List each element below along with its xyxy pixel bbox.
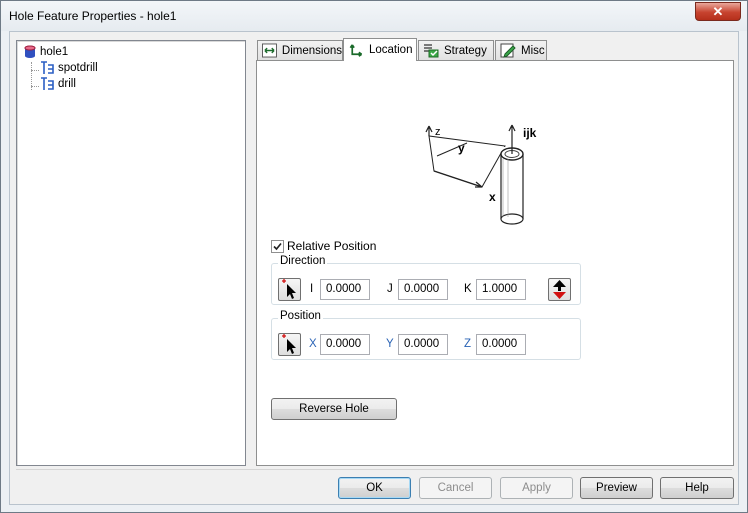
preview-button[interactable]: Preview bbox=[580, 477, 653, 499]
k-label: K bbox=[464, 283, 472, 295]
window-title: Hole Feature Properties - hole1 bbox=[9, 9, 177, 23]
tool-icon bbox=[41, 77, 54, 90]
y-label: Y bbox=[386, 338, 394, 350]
cylinder-icon bbox=[24, 45, 36, 58]
tab-label: Dimensions bbox=[281, 44, 342, 57]
x-label: X bbox=[309, 338, 317, 350]
location-icon bbox=[349, 43, 363, 57]
tab-location[interactable]: Location bbox=[343, 38, 417, 61]
tree-item-spotdrill[interactable]: spotdrill bbox=[39, 60, 98, 76]
ok-button[interactable]: OK bbox=[338, 477, 411, 499]
axis-label-z: z bbox=[435, 126, 441, 138]
tool-icon bbox=[41, 61, 54, 74]
tree-item-label: hole1 bbox=[40, 46, 69, 58]
tree-connector bbox=[31, 70, 39, 71]
x-field[interactable]: 0.0000 bbox=[320, 334, 370, 355]
tree-item-hole1[interactable]: hole1 bbox=[23, 44, 68, 60]
z-field[interactable]: 0.0000 bbox=[476, 334, 526, 355]
j-label: J bbox=[387, 283, 393, 295]
direction-group: Direction I 0.0000 J 0.0000 K 1.0000 bbox=[271, 255, 581, 305]
i-field[interactable]: 0.0000 bbox=[320, 279, 370, 300]
relative-position-row: Relative Position bbox=[271, 239, 376, 253]
checkmark-icon bbox=[273, 242, 282, 250]
close-button[interactable]: ✕ bbox=[695, 2, 741, 21]
divider bbox=[16, 469, 732, 470]
position-group: Position X 0.0000 Y 0.0000 Z 0.0000 bbox=[271, 310, 581, 360]
pick-direction-button[interactable] bbox=[278, 278, 301, 301]
tree-item-label: drill bbox=[58, 78, 76, 90]
location-tab-panel: z y x ijk Relative Position Direction I … bbox=[256, 60, 734, 466]
relative-position-label: Relative Position bbox=[287, 239, 377, 253]
dialog-client-area: hole1 spotdrill drill Dimensions Locatio… bbox=[9, 31, 739, 505]
title-bar[interactable]: Hole Feature Properties - hole1 ✕ bbox=[1, 1, 747, 31]
dialog-window: Hole Feature Properties - hole1 ✕ hole1 bbox=[0, 0, 748, 513]
tab-label: Misc bbox=[521, 44, 545, 57]
k-field[interactable]: 1.0000 bbox=[476, 279, 526, 300]
direction-title: Direction bbox=[278, 255, 328, 267]
strategy-icon bbox=[424, 44, 439, 58]
pick-cursor-icon bbox=[282, 279, 296, 299]
tree-item-label: spotdrill bbox=[58, 62, 98, 74]
tab-label: Strategy bbox=[444, 44, 487, 57]
axis-label-x: x bbox=[489, 190, 496, 204]
flip-direction-button[interactable] bbox=[548, 278, 571, 301]
feature-tree[interactable]: hole1 spotdrill drill bbox=[16, 40, 246, 466]
i-label: I bbox=[310, 283, 314, 295]
pick-cursor-icon bbox=[282, 334, 296, 354]
hole-axis-diagram: z y x ijk bbox=[425, 124, 537, 225]
apply-button[interactable]: Apply bbox=[500, 477, 573, 499]
j-field[interactable]: 0.0000 bbox=[398, 279, 448, 300]
tab-strategy[interactable]: Strategy bbox=[418, 40, 494, 60]
misc-icon bbox=[500, 43, 516, 58]
axis-label-y: y bbox=[458, 141, 465, 155]
z-label: Z bbox=[464, 338, 472, 350]
reverse-hole-button[interactable]: Reverse Hole bbox=[271, 398, 397, 420]
tab-label: Location bbox=[369, 44, 413, 56]
pick-position-button[interactable] bbox=[278, 333, 301, 356]
tab-dimensions[interactable]: Dimensions bbox=[257, 40, 343, 60]
y-field[interactable]: 0.0000 bbox=[398, 334, 448, 355]
tab-misc[interactable]: Misc bbox=[495, 40, 547, 60]
cancel-button[interactable]: Cancel bbox=[419, 477, 492, 499]
dimensions-icon bbox=[262, 43, 277, 58]
close-icon: ✕ bbox=[712, 4, 724, 19]
flip-arrows-icon bbox=[553, 280, 566, 299]
tree-item-drill[interactable]: drill bbox=[39, 76, 76, 92]
position-title: Position bbox=[278, 310, 323, 322]
tree-connector bbox=[31, 86, 39, 87]
axis-label-ijk: ijk bbox=[523, 126, 537, 140]
relative-position-checkbox[interactable] bbox=[271, 239, 284, 253]
help-button[interactable]: Help bbox=[660, 477, 734, 499]
